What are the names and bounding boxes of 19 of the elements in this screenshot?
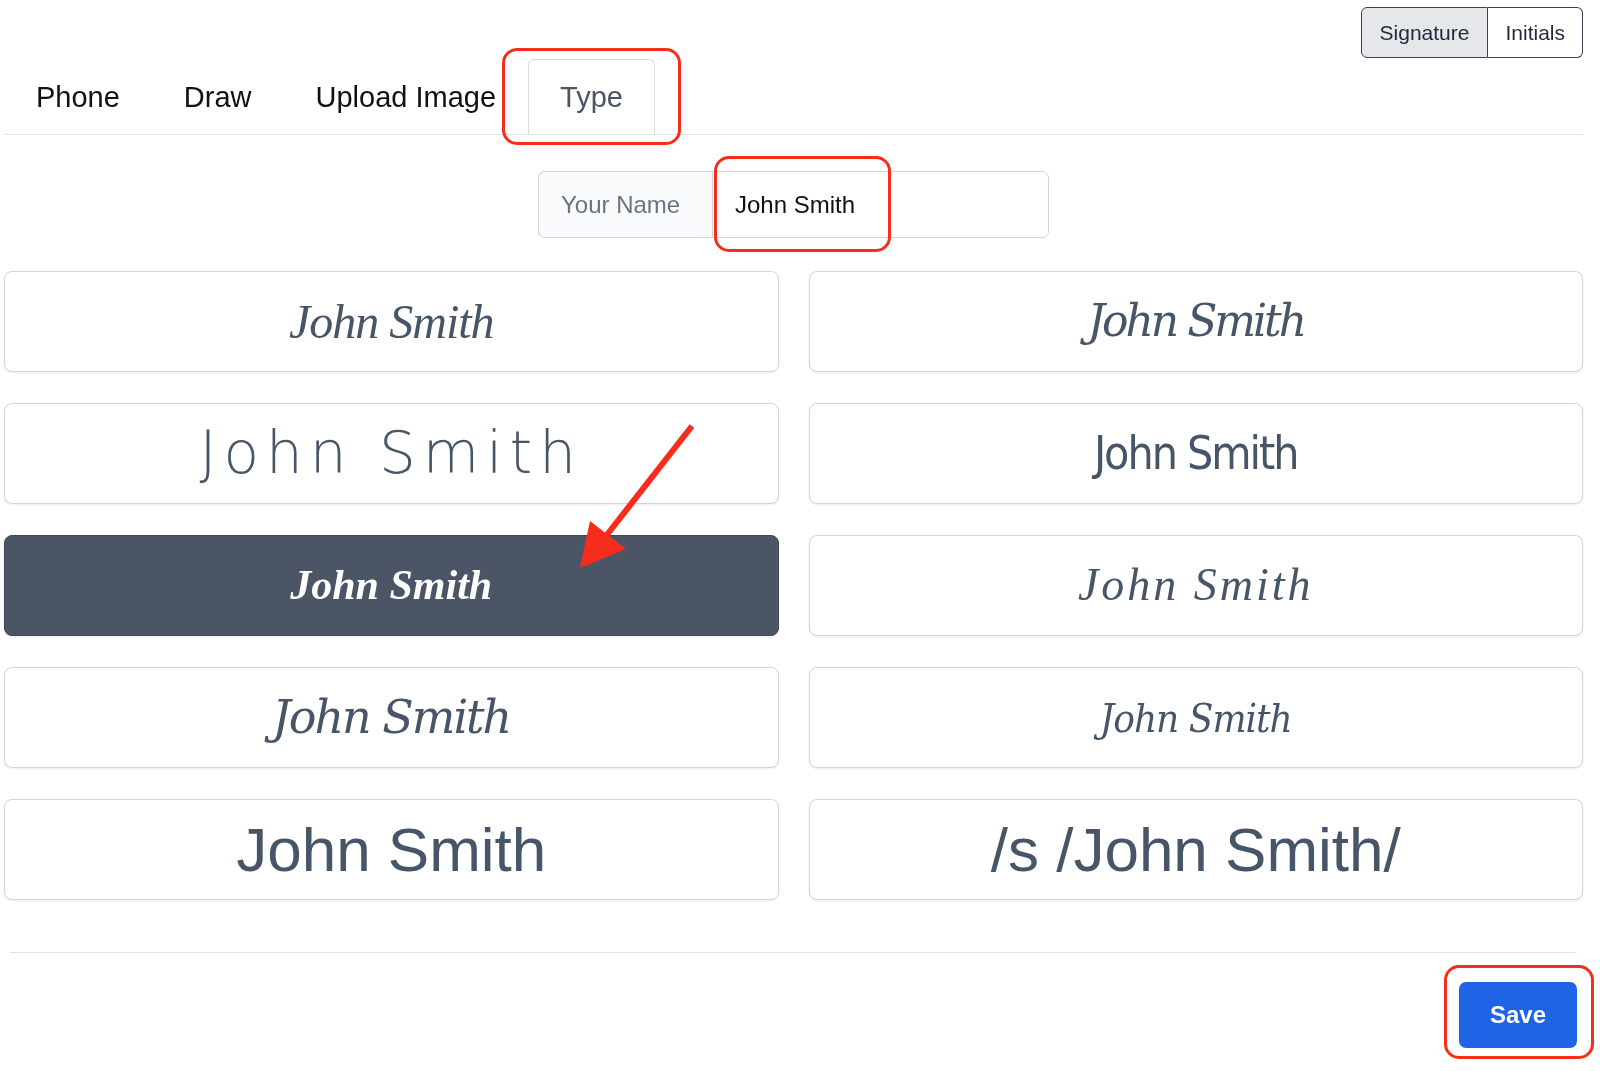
signature-option[interactable]: John Smith — [808, 403, 1583, 504]
tab[interactable]: Type — [528, 59, 655, 134]
signature-option[interactable]: John Smith — [4, 271, 779, 372]
field-label: Your Name — [538, 171, 712, 238]
signature-option[interactable]: John Smith — [4, 667, 779, 768]
save-button[interactable]: Save — [1459, 982, 1577, 1048]
signature-option[interactable]: /s /John Smith/ — [808, 799, 1583, 900]
signature-option[interactable]: John Smith — [4, 403, 779, 504]
tab[interactable]: Upload Image — [283, 59, 529, 134]
signature-option[interactable]: John Smith — [808, 667, 1583, 768]
signature-option[interactable]: John Smith — [808, 271, 1583, 372]
name-input[interactable]: John Smith — [712, 171, 1049, 238]
tab[interactable]: Draw — [151, 59, 284, 134]
signature-option[interactable]: John Smith — [4, 799, 779, 900]
tab[interactable]: Phone — [4, 59, 152, 134]
signature-option[interactable]: John Smith — [4, 535, 779, 636]
mode-toggle-button[interactable]: Initials — [1488, 7, 1583, 58]
signature-option[interactable]: John Smith — [808, 535, 1583, 636]
mode-toggle-button[interactable]: Signature — [1360, 7, 1489, 58]
